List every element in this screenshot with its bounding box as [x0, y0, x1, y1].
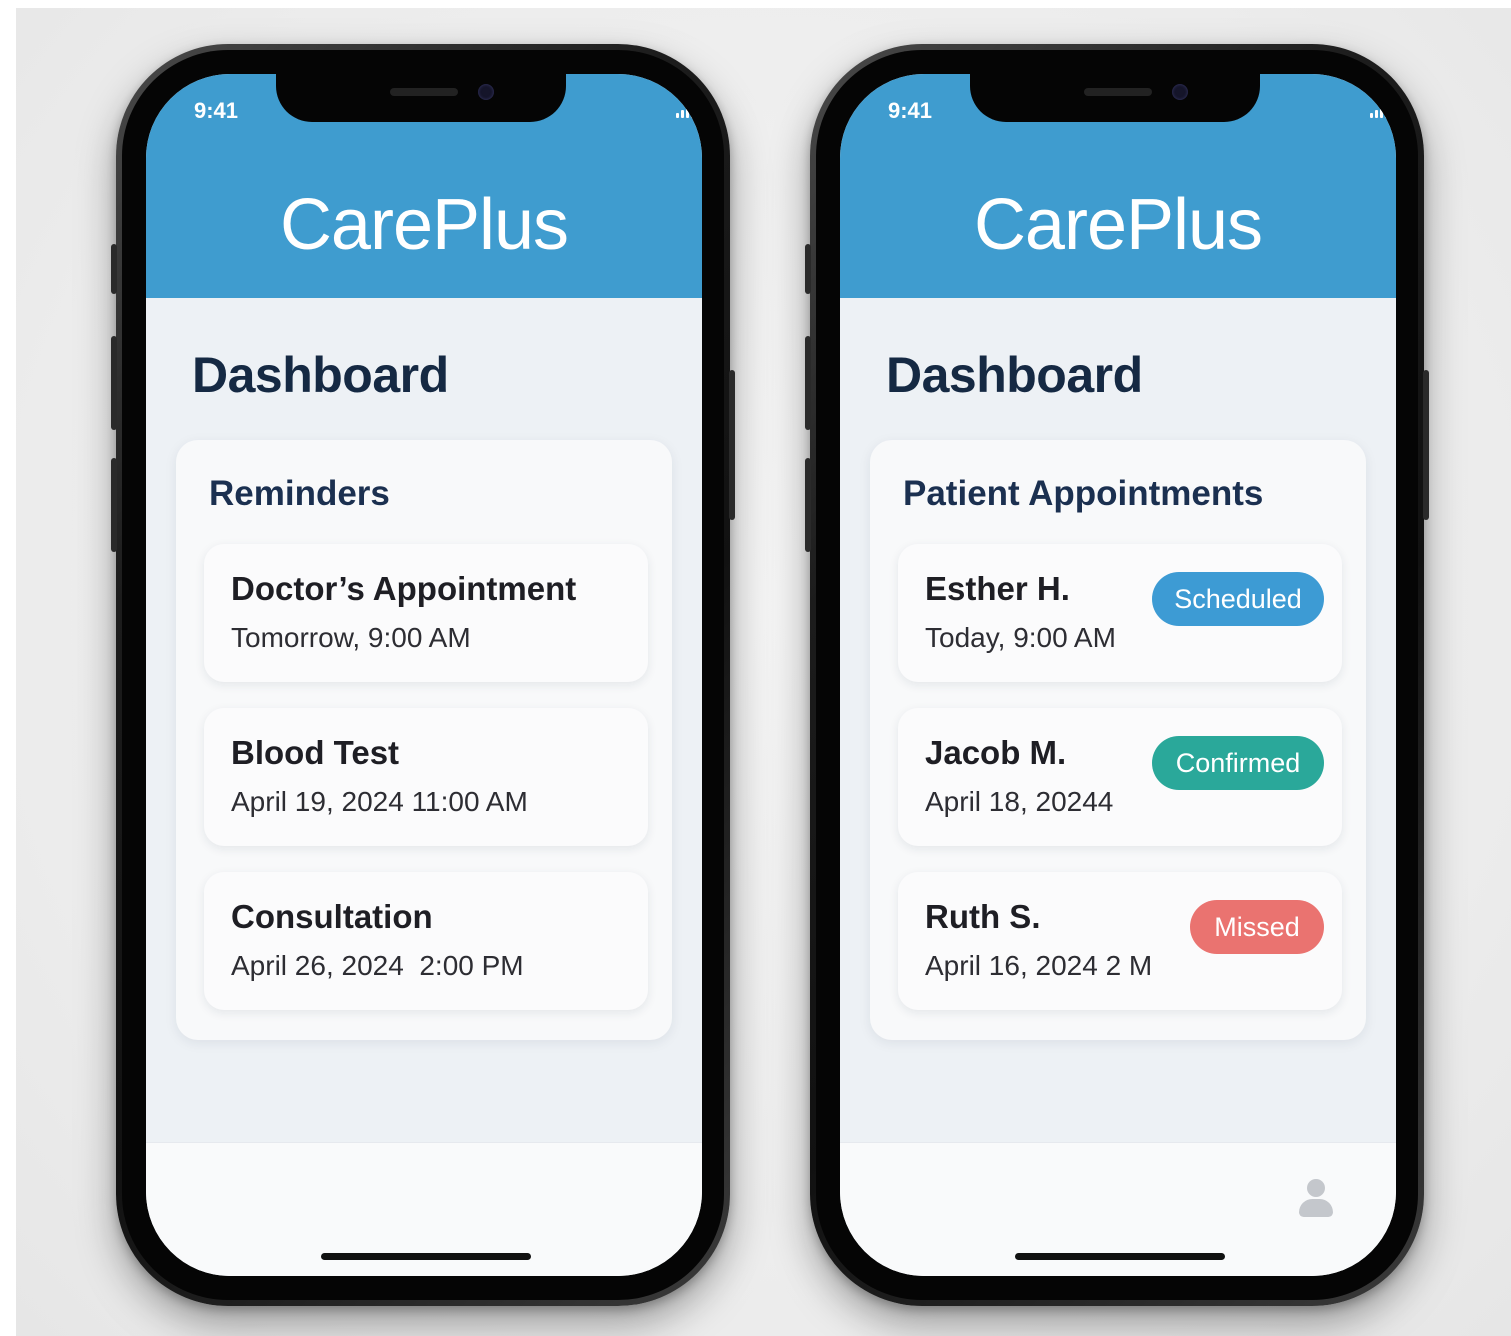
reminder-title: Consultation	[231, 898, 433, 935]
bottom-bar	[146, 1142, 702, 1276]
patient-name: Jacob M.	[925, 734, 1067, 771]
appointment-time: Today, 9:00 AM	[925, 622, 1116, 653]
power-button	[1423, 370, 1429, 520]
reminder-title: Blood Test	[231, 734, 400, 771]
mute-switch	[805, 244, 811, 294]
app-title: CarePlus	[973, 185, 1263, 265]
camera-icon	[478, 84, 494, 100]
appointment-time: April 16, 2024 2 M	[925, 950, 1153, 981]
reminder-item[interactable]: Blood Test April 19, 2024 11:00 AM	[204, 708, 648, 846]
status-badge: Scheduled	[1152, 572, 1324, 626]
page-title: Dashboard	[886, 347, 1143, 403]
reminders-panel: Reminders Doctor’s Appointment Tomorrow,…	[176, 440, 672, 1040]
phone-appointments: 9:41 CarePlus Dashboard Patient Appointm…	[805, 44, 1429, 1306]
patient-name: Ruth S.	[925, 898, 1041, 935]
reminder-item[interactable]: Consultation April 26, 2024 2:00 PM	[204, 872, 648, 1010]
screen: 9:41 CarePlus Dashboard	[146, 74, 702, 1276]
patient-name: Esther H.	[925, 570, 1070, 607]
appointment-item[interactable]: Ruth S. April 16, 2024 2 M Missed	[898, 872, 1342, 1010]
reminder-time: April 19, 2024 11:00 AM	[231, 786, 528, 817]
volume-up-button	[805, 336, 811, 430]
phone-reminders: 9:41 CarePlus Dashboard Reminders Doctor…	[111, 44, 735, 1306]
volume-up-button	[111, 336, 117, 430]
panel-title: Patient Appointments	[903, 474, 1264, 513]
bottom-bar	[840, 1142, 1396, 1276]
status-time: 9:41	[888, 98, 933, 123]
notch	[970, 74, 1260, 122]
speaker-grille	[390, 88, 458, 96]
reminder-title: Doctor’s Appointment	[231, 570, 577, 607]
signal-icon	[1370, 100, 1392, 118]
signal-icon	[676, 100, 698, 118]
appointments-panel: Patient Appointments Esther H. Today, 9:…	[870, 440, 1366, 1040]
status-badge: Confirmed	[1152, 736, 1324, 790]
notch	[276, 74, 566, 122]
speaker-grille	[1084, 88, 1152, 96]
volume-down-button	[805, 458, 811, 552]
app-title: CarePlus	[279, 185, 569, 265]
appointment-item[interactable]: Jacob M. April 18, 20244 Confirmed	[898, 708, 1342, 846]
screen: 9:41 CarePlus Dashboard	[840, 74, 1396, 1276]
power-button	[729, 370, 735, 520]
reminder-time: April 26, 2024 2:00 PM	[231, 950, 524, 981]
volume-down-button	[111, 458, 117, 552]
reminder-item[interactable]: Doctor’s Appointment Tomorrow, 9:00 AM	[204, 544, 648, 682]
camera-icon	[1172, 84, 1188, 100]
mute-switch	[111, 244, 117, 294]
profile-icon[interactable]	[1298, 1179, 1334, 1219]
page-title: Dashboard	[192, 347, 449, 403]
appointment-time: April 18, 20244	[925, 786, 1114, 817]
status-badge: Missed	[1190, 900, 1324, 954]
status-time: 9:41	[194, 98, 239, 123]
reminder-time: Tomorrow, 9:00 AM	[231, 622, 471, 653]
panel-title: Reminders	[209, 474, 390, 513]
home-indicator[interactable]	[321, 1253, 531, 1260]
appointment-item[interactable]: Esther H. Today, 9:00 AM Scheduled	[898, 544, 1342, 682]
home-indicator[interactable]	[1015, 1253, 1225, 1260]
